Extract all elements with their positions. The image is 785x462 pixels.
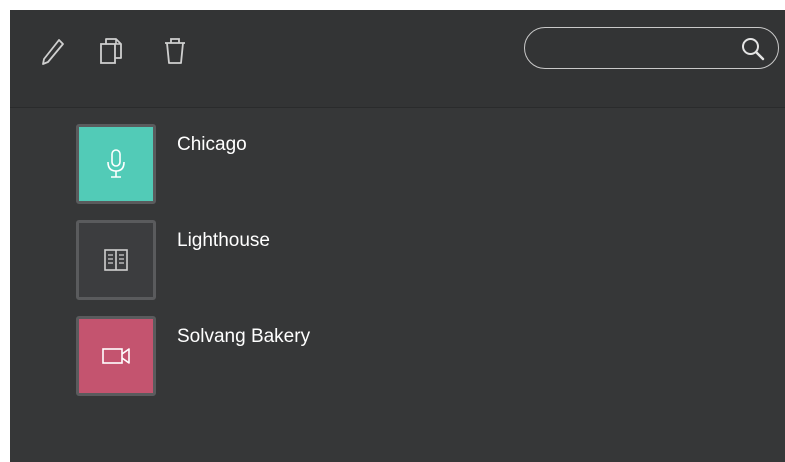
pencil-icon <box>42 39 64 65</box>
item-thumbnail <box>76 220 156 300</box>
item-title: Lighthouse <box>177 230 270 251</box>
book-icon <box>104 249 128 271</box>
search-input[interactable] <box>543 36 732 62</box>
app-window: Chicago Lighthouse Solvang Bakery <box>10 10 785 462</box>
list-item[interactable]: Chicago <box>76 124 476 204</box>
edit-button[interactable] <box>38 36 68 66</box>
toolbar <box>10 10 785 108</box>
list-item[interactable]: Solvang Bakery <box>76 316 476 396</box>
search-box <box>524 27 779 69</box>
item-title: Chicago <box>177 134 247 155</box>
trash-icon <box>165 38 185 64</box>
copy-button[interactable] <box>96 36 126 66</box>
delete-button[interactable] <box>160 36 190 66</box>
copy-icon <box>100 38 122 64</box>
video-camera-icon <box>102 348 130 364</box>
item-thumbnail <box>76 124 156 204</box>
microphone-icon <box>107 149 125 178</box>
search-icon[interactable] <box>740 36 766 62</box>
list-item[interactable]: Lighthouse <box>76 220 476 300</box>
item-thumbnail <box>76 316 156 396</box>
item-title: Solvang Bakery <box>177 326 311 347</box>
